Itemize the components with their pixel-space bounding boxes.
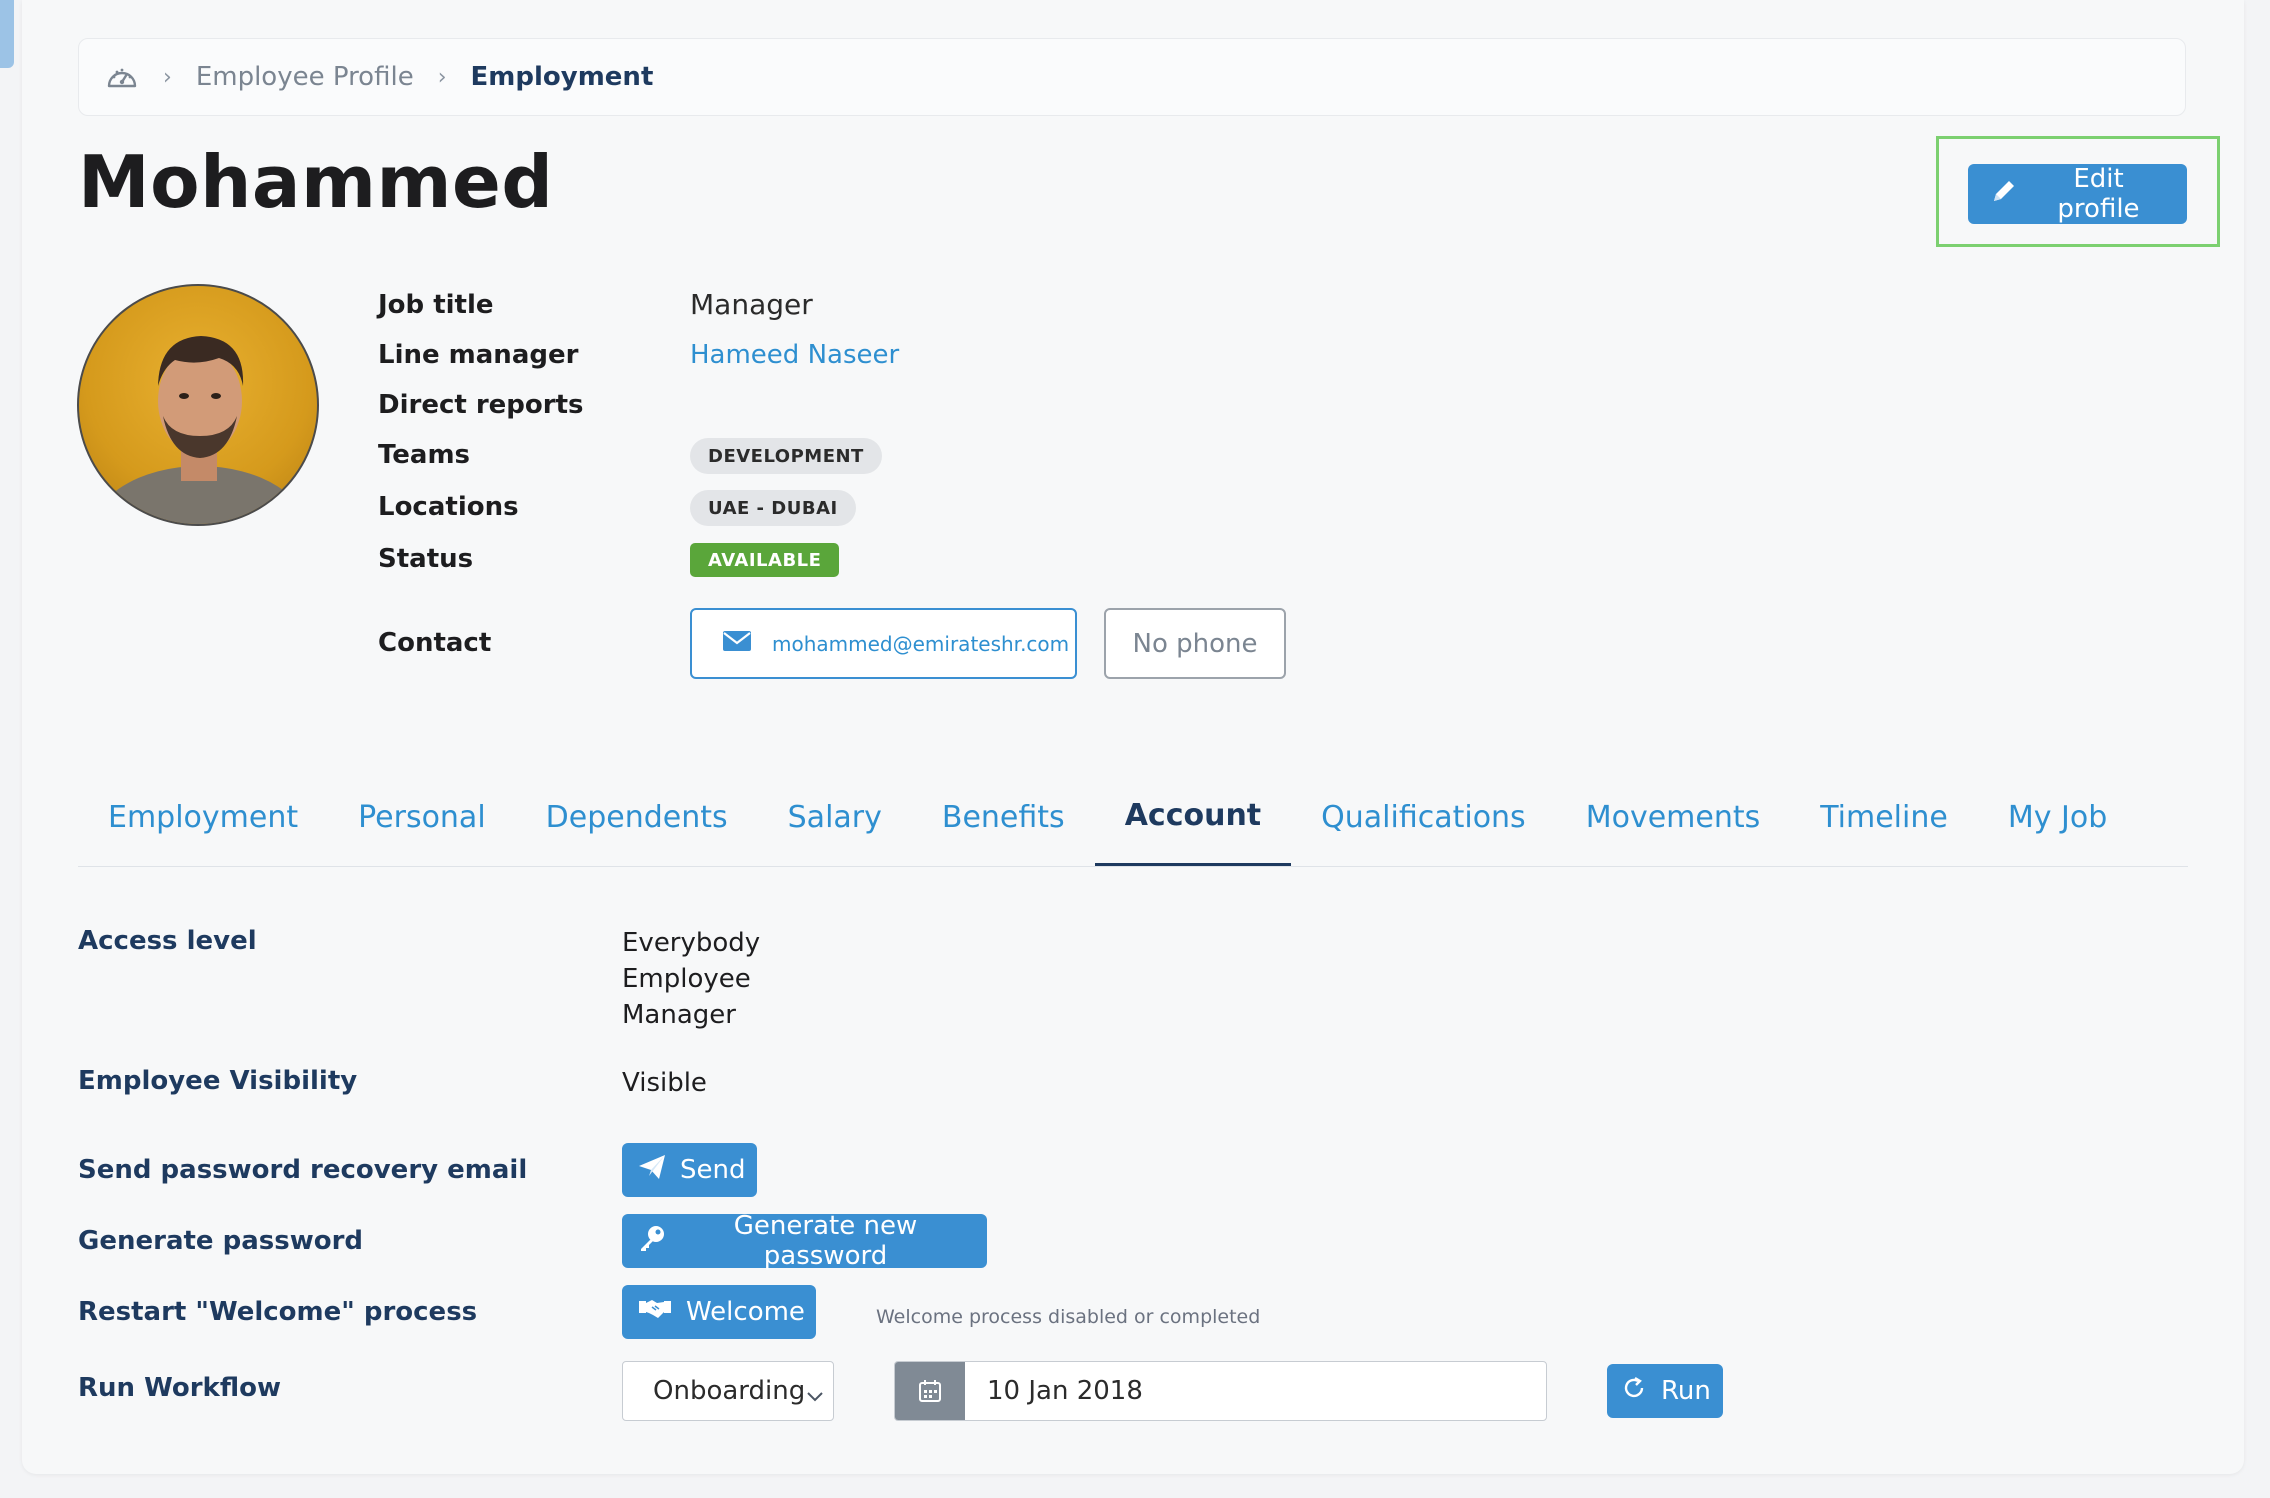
generate-password-button[interactable]: Generate new password bbox=[622, 1211, 987, 1271]
tab-account[interactable]: Account bbox=[1094, 788, 1292, 866]
edit-profile-label: Edit profile bbox=[2057, 164, 2140, 224]
employee-visibility-label: Employee Visibility bbox=[78, 1066, 358, 1096]
workflow-date-field[interactable]: 10 Jan 2018 bbox=[894, 1361, 1547, 1421]
handshake-icon bbox=[638, 1297, 672, 1328]
envelope-icon bbox=[722, 630, 752, 657]
generate-password-btn-label: Generate new password bbox=[733, 1211, 918, 1271]
phone-contact-button[interactable]: No phone bbox=[1104, 608, 1286, 679]
email-contact-button[interactable]: mohammed@emirateshr.com bbox=[690, 608, 1077, 679]
status-badge: AVAILABLE bbox=[690, 543, 840, 577]
tab-benefits[interactable]: Benefits bbox=[912, 788, 1095, 866]
line-manager-label: Line manager bbox=[378, 340, 579, 370]
workflow-date-value: 10 Jan 2018 bbox=[987, 1376, 1143, 1406]
access-level-list: Everybody Employee Manager bbox=[622, 925, 760, 1033]
tab-dependents[interactable]: Dependents bbox=[516, 788, 758, 866]
tab-my-job[interactable]: My Job bbox=[1978, 788, 2137, 866]
password-recovery-label: Send password recovery email bbox=[78, 1155, 528, 1185]
pencil-icon bbox=[1990, 177, 2018, 212]
dashboard-gauge-icon[interactable] bbox=[105, 60, 139, 94]
profile-tabs: Employment Personal Dependents Salary Be… bbox=[78, 788, 2188, 867]
send-label: Send bbox=[680, 1155, 746, 1185]
tab-personal[interactable]: Personal bbox=[328, 788, 516, 866]
workflow-select-value: Onboarding bbox=[653, 1376, 806, 1406]
direct-reports-label: Direct reports bbox=[378, 390, 584, 420]
run-workflow-label: Run Workflow bbox=[78, 1373, 281, 1403]
calendar-icon[interactable] bbox=[895, 1362, 965, 1420]
restart-welcome-label: Restart "Welcome" process bbox=[78, 1297, 478, 1327]
job-title-value: Manager bbox=[690, 288, 813, 321]
contact-label: Contact bbox=[378, 628, 492, 658]
welcome-btn-label: Welcome bbox=[686, 1297, 805, 1327]
line-manager-link[interactable]: Hameed Naseer bbox=[690, 340, 899, 370]
location-badge: UAE - DUBAI bbox=[690, 490, 856, 526]
locations-label: Locations bbox=[378, 492, 519, 522]
employee-visibility-value: Visible bbox=[622, 1068, 707, 1098]
tab-salary[interactable]: Salary bbox=[758, 788, 912, 866]
tab-employment[interactable]: Employment bbox=[78, 788, 328, 866]
welcome-button[interactable]: Welcome bbox=[622, 1285, 816, 1339]
access-level-label: Access level bbox=[78, 926, 257, 956]
paper-plane-icon bbox=[638, 1154, 666, 1187]
chevron-right-icon: › bbox=[437, 64, 447, 90]
tab-timeline[interactable]: Timeline bbox=[1790, 788, 1978, 866]
access-level-item: Manager bbox=[622, 1000, 736, 1030]
teams-label: Teams bbox=[378, 440, 471, 470]
run-workflow-button[interactable]: Run bbox=[1607, 1364, 1723, 1418]
team-badge: DEVELOPMENT bbox=[690, 438, 882, 474]
access-level-item: Everybody bbox=[622, 928, 761, 958]
send-recovery-button[interactable]: Send bbox=[622, 1143, 757, 1197]
workflow-select[interactable]: Onboarding bbox=[622, 1361, 834, 1421]
refresh-icon bbox=[1621, 1375, 1647, 1408]
run-label: Run bbox=[1661, 1376, 1711, 1406]
access-level-item: Employee bbox=[622, 964, 751, 994]
generate-password-label: Generate password bbox=[78, 1226, 364, 1256]
breadcrumb-employment: Employment bbox=[470, 62, 654, 92]
avatar bbox=[77, 284, 319, 526]
tab-qualifications[interactable]: Qualifications bbox=[1291, 788, 1556, 866]
status-label: Status bbox=[378, 544, 474, 574]
tab-movements[interactable]: Movements bbox=[1556, 788, 1791, 866]
job-title-label: Job title bbox=[378, 290, 494, 320]
welcome-status-note: Welcome process disabled or completed bbox=[876, 1306, 1261, 1328]
breadcrumb: › Employee Profile › Employment bbox=[78, 38, 2186, 116]
breadcrumb-employee-profile[interactable]: Employee Profile bbox=[196, 62, 414, 92]
edit-profile-button[interactable]: Edit profile bbox=[1968, 164, 2187, 224]
chevron-down-icon bbox=[805, 1380, 825, 1410]
email-text: mohammed@emirateshr.com bbox=[772, 631, 1070, 656]
key-icon bbox=[638, 1224, 666, 1259]
sidebar-toggle[interactable] bbox=[0, 0, 14, 68]
employee-name: Mohammed bbox=[78, 140, 554, 224]
chevron-right-icon: › bbox=[163, 64, 172, 90]
